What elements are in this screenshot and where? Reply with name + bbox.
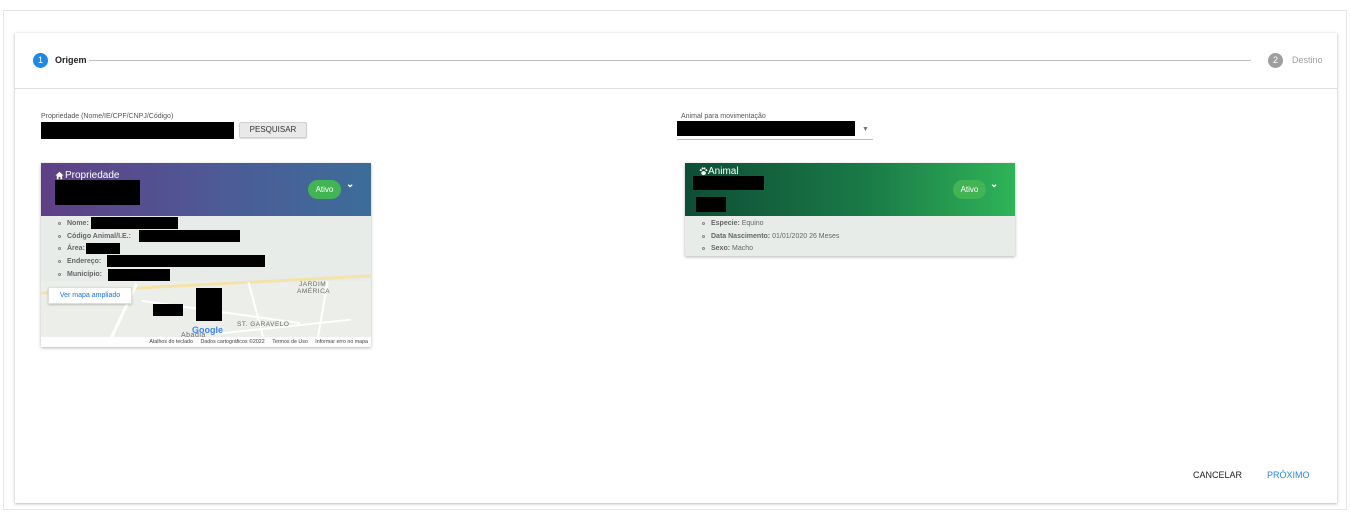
home-icon [55, 171, 64, 180]
animal-select[interactable] [677, 121, 855, 136]
map-data-label: Dados cartográficos ©2022 [200, 339, 265, 345]
property-name-redacted [55, 180, 140, 205]
chevron-down-icon[interactable]: ⌄ [990, 179, 998, 190]
keyboard-shortcuts-link[interactable]: Atalhos do teclado [149, 339, 193, 345]
terms-link[interactable]: Termos de Uso [272, 339, 308, 345]
movement-wizard: 1 Origem 2 Destino Propriedade (Nome/IE/… [15, 33, 1337, 503]
animal-card: Animal Ativo ⌄ Especie: Equino Data Nasc… [685, 163, 1015, 256]
list-item: Data Nascimento: 01/01/2020 26 Meses [702, 233, 839, 240]
step-1-indicator[interactable]: 1 [33, 53, 48, 68]
map-label: JARDIM [299, 281, 327, 288]
animal-name-redacted [693, 176, 764, 190]
property-search-input[interactable] [41, 122, 234, 139]
status-badge: Ativo [953, 180, 986, 199]
map-label: AMÉRICA [297, 288, 331, 295]
redacted-value [139, 230, 240, 242]
animal-select-underline [677, 139, 873, 140]
property-search-label: Propriedade (Nome/IE/CPF/CNPJ/Código) [41, 113, 174, 120]
list-item: Especie: Equino [702, 220, 764, 227]
map-label: ST. GARAVELO [237, 321, 290, 328]
view-larger-map-button[interactable]: Ver mapa ampliado [48, 287, 132, 304]
step-1-label[interactable]: Origem [55, 55, 87, 65]
map-redacted [196, 288, 222, 321]
step-2-indicator[interactable]: 2 [1268, 53, 1283, 68]
map-redacted [153, 304, 183, 316]
next-button[interactable]: PRÓXIMO [1267, 470, 1310, 480]
google-logo: Google [192, 325, 223, 335]
redacted-value [108, 269, 170, 281]
list-item: Endereço: [58, 258, 101, 265]
list-item: Código Animal/I.E.: [58, 233, 131, 240]
stepper: 1 Origem 2 Destino [15, 33, 1337, 89]
search-button[interactable]: PESQUISAR [239, 122, 307, 138]
list-item: Município: [58, 271, 102, 278]
redacted-value [91, 217, 178, 229]
property-card-header: Propriedade Ativo ⌄ [41, 163, 371, 216]
list-item: Sexo: Macho [702, 245, 753, 252]
redacted-value [86, 243, 120, 254]
cancel-button[interactable]: CANCELAR [1193, 470, 1242, 480]
map-footer: Atalhos do teclado Dados cartográficos ©… [41, 337, 371, 347]
step-2-label[interactable]: Destino [1292, 55, 1323, 65]
animal-select-label: Animal para movimentação [681, 113, 766, 120]
animal-card-header: Animal Ativo ⌄ [685, 163, 1015, 216]
redacted-value [107, 255, 265, 267]
select-arrow-icon[interactable]: ▼ [862, 126, 869, 133]
list-item: Área: [58, 245, 85, 252]
chevron-down-icon[interactable]: ⌄ [346, 179, 354, 190]
paw-icon [699, 167, 708, 176]
property-card: Propriedade Ativo ⌄ Nome: Código Animal/… [41, 163, 371, 347]
animal-id-redacted [696, 197, 726, 212]
list-item: Nome: [58, 220, 89, 227]
stepper-connector [89, 60, 1251, 61]
status-badge: Ativo [308, 180, 341, 199]
report-error-link[interactable]: Informar erro no mapa [315, 339, 368, 345]
